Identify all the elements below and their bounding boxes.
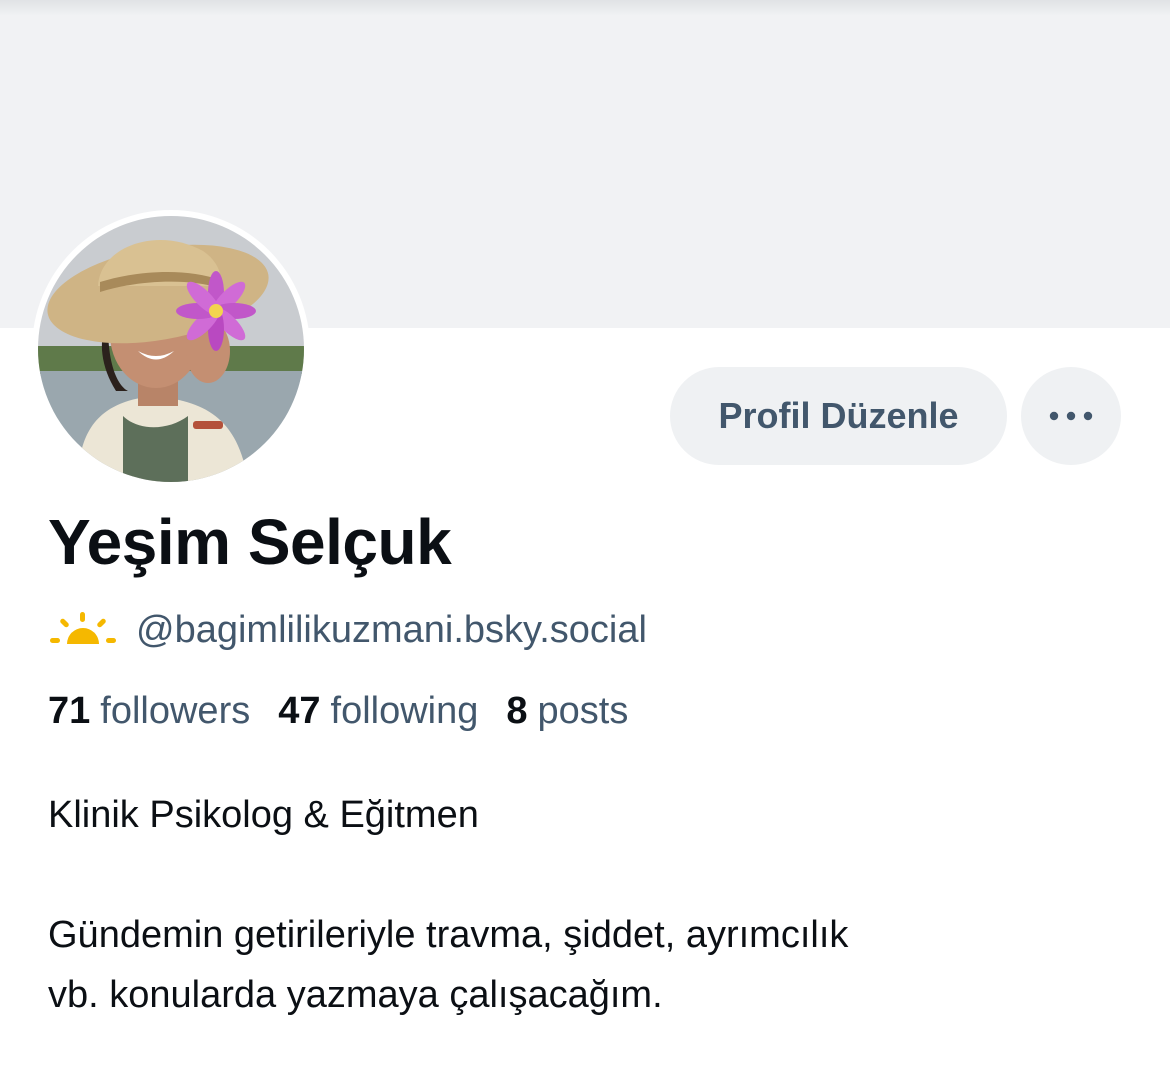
ellipsis-icon [1049, 411, 1093, 421]
profile-page: Profil Düzenle Yeşim Selçuk @bagimliliku… [0, 0, 1170, 1072]
more-options-button[interactable] [1021, 367, 1121, 465]
posts-label: posts [537, 690, 629, 732]
posts-link[interactable]: 8 posts [506, 690, 628, 733]
display-name: Yeşim Selçuk [48, 506, 452, 578]
edit-profile-button[interactable]: Profil Düzenle [670, 367, 1007, 465]
top-shadow [0, 0, 1170, 16]
bio-spacer [48, 845, 1128, 905]
followers-link[interactable]: 71 followers [48, 690, 250, 733]
sun-icon [50, 612, 116, 644]
followers-count: 71 [48, 690, 91, 732]
profile-handle[interactable]: @bagimlilikuzmani.bsky.social [136, 609, 647, 652]
bio-line: Gündemin getirileriyle travma, şiddet, a… [48, 914, 849, 956]
avatar[interactable] [38, 216, 304, 482]
handle-row: @bagimlilikuzmani.bsky.social [50, 605, 647, 655]
followers-label: followers [100, 690, 251, 732]
profile-stats: 71 followers 47 following 8 posts [48, 690, 656, 733]
following-link[interactable]: 47 following [278, 690, 478, 733]
profile-bio: Klinik Psikolog & Eğitmen Gündemin getir… [48, 785, 1128, 1025]
bio-line: vb. konularda yazmaya çalışacağım. [48, 974, 663, 1016]
profile-photo [38, 216, 304, 482]
following-label: following [330, 690, 479, 732]
following-count: 47 [278, 690, 321, 732]
posts-count: 8 [506, 690, 528, 732]
bio-line: Klinik Psikolog & Eğitmen [48, 794, 479, 836]
